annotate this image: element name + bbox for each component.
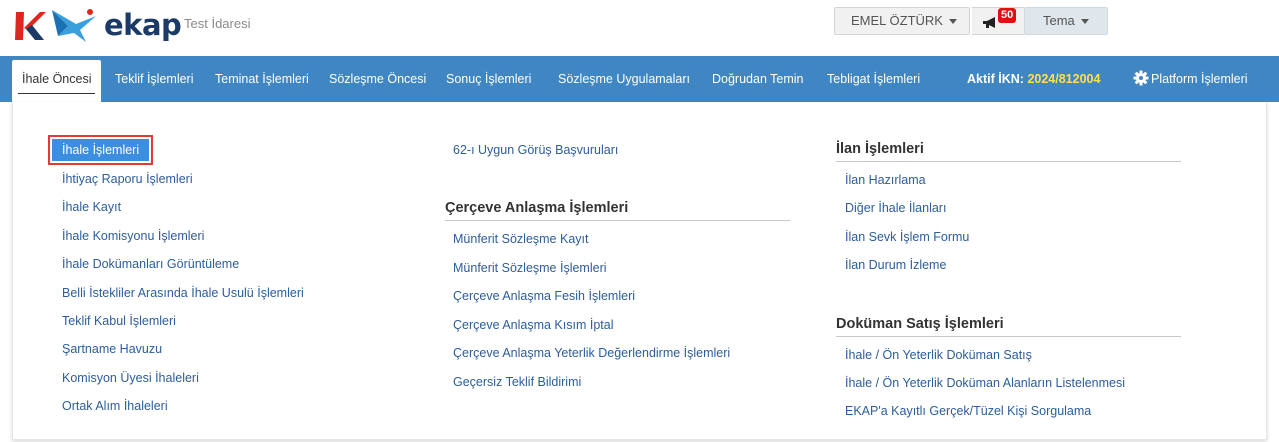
menu-munferit-sozlesme-islemleri[interactable]: Münferit Sözleşme İşlemleri — [453, 261, 607, 275]
menu-ilan-sevk-islem-formu[interactable]: İlan Sevk İşlem Formu — [845, 230, 969, 244]
notification-count-badge: 50 — [998, 8, 1017, 23]
section-divider — [445, 220, 790, 221]
menu-gecersiz-teklif-bildirimi[interactable]: Geçersiz Teklif Bildirimi — [453, 375, 581, 389]
menu-teklif-kabul-islemleri[interactable]: Teklif Kabul İşlemleri — [62, 314, 176, 328]
menu-ihale-dokuman-satis[interactable]: İhale / Ön Yeterlik Doküman Satış — [845, 348, 1032, 362]
active-ikn[interactable]: Aktif İKN: 2024/812004 — [967, 56, 1100, 102]
nav-sozlesme-oncesi[interactable]: Sözleşme Öncesi — [329, 56, 426, 102]
nav-teklif-islemleri[interactable]: Teklif İşlemleri — [115, 56, 194, 102]
menu-ihale-dokumanlari-goruntuleme[interactable]: İhale Dokümanları Görüntüleme — [62, 257, 239, 271]
dokuman-satis-section-title: Doküman Satış İşlemleri — [836, 316, 1004, 332]
theme-button[interactable]: Tema — [1024, 7, 1108, 35]
menu-ihtiyac-raporu-islemleri[interactable]: İhtiyaç Raporu İşlemleri — [62, 172, 193, 186]
active-ikn-value: 2024/812004 — [1027, 72, 1101, 86]
chevron-down-icon — [1080, 19, 1089, 25]
menu-ihale-islemleri[interactable]: İhale İşlemleri — [47, 135, 154, 165]
menu-ortak-alim-ihaleleri[interactable]: Ortak Alım İhaleleri — [62, 399, 168, 413]
menu-komisyon-uyesi-ihaleleri[interactable]: Komisyon Üyesi İhaleleri — [62, 371, 199, 385]
organization-name: Test İdaresi — [184, 16, 251, 31]
menu-ilan-durum-izleme[interactable]: İlan Durum İzleme — [845, 258, 946, 272]
user-menu-button[interactable]: EMEL ÖZTÜRK — [834, 7, 970, 35]
menu-cerceve-yeterlik-degerlendirme[interactable]: Çerçeve Anlaşma Yeterlik Değerlendirme İ… — [453, 346, 730, 360]
gear-icon — [1133, 70, 1149, 86]
menu-ihale-komisyonu-islemleri[interactable]: İhale Komisyonu İşlemleri — [62, 229, 204, 243]
menu-sartname-havuzu[interactable]: Şartname Havuzu — [62, 342, 162, 356]
nav-platform-islemleri[interactable]: Platform İşlemleri — [1133, 56, 1248, 102]
menu-munferit-sozlesme-kayit[interactable]: Münferit Sözleşme Kayıt — [453, 232, 588, 246]
megaphone-icon — [983, 17, 995, 28]
theme-label: Tema — [1043, 13, 1075, 28]
menu-62-uygun-gorus-basvurulari[interactable]: 62-ı Uygun Görüş Başvuruları — [453, 143, 618, 157]
active-ikn-label: Aktif İKN: — [967, 72, 1024, 86]
nav-sozlesme-uygulamalari[interactable]: Sözleşme Uygulamaları — [558, 56, 690, 102]
cerceve-anlasma-section-title: Çerçeve Anlaşma İşlemleri — [445, 200, 629, 216]
brand-name[interactable]: ekap — [104, 8, 182, 42]
nav-ihale-oncesi[interactable]: İhale Öncesi — [12, 60, 102, 102]
ilan-islemleri-section-title: İlan İşlemleri — [836, 141, 924, 157]
menu-ihale-kayit[interactable]: İhale Kayıt — [62, 200, 121, 214]
section-divider — [836, 161, 1181, 162]
top-header: ekap Test İdaresi EMEL ÖZTÜRK 50 Tema — [0, 0, 1279, 56]
nav-teminat-islemleri[interactable]: Teminat İşlemleri — [215, 56, 309, 102]
nav-dogrudan-temin[interactable]: Doğrudan Temin — [712, 56, 804, 102]
menu-cerceve-fesih-islemleri[interactable]: Çerçeve Anlaşma Fesih İşlemleri — [453, 289, 635, 303]
section-divider — [836, 336, 1181, 337]
chevron-down-icon — [948, 19, 957, 25]
user-name: EMEL ÖZTÜRK — [851, 13, 943, 28]
menu-diger-ihale-ilanlari[interactable]: Diğer İhale İlanları — [845, 201, 946, 215]
notifications-button[interactable]: 50 — [972, 7, 1024, 35]
ekap-bird-logo-icon — [52, 9, 96, 42]
platform-label: Platform İşlemleri — [1151, 72, 1248, 86]
menu-belli-istekliler-islemleri[interactable]: Belli İstekliler Arasında İhale Usulü İş… — [62, 286, 304, 300]
main-nav: İhale Öncesi Teklif İşlemleri Teminat İş… — [0, 56, 1279, 102]
nav-tebligat-islemleri[interactable]: Tebligat İşlemleri — [827, 56, 920, 102]
menu-ekap-kayitli-kisi-sorgulama[interactable]: EKAP'a Kayıtlı Gerçek/Tüzel Kişi Sorgula… — [845, 404, 1091, 418]
ekap-k-logo-icon[interactable] — [14, 8, 46, 44]
menu-dokuman-alanlarin-listelenmesi[interactable]: İhale / Ön Yeterlik Doküman Alanların Li… — [845, 376, 1125, 390]
nav-sonuc-islemleri[interactable]: Sonuç İşlemleri — [446, 56, 531, 102]
menu-ilan-hazirlama[interactable]: İlan Hazırlama — [845, 173, 926, 187]
menu-cerceve-kisim-iptal[interactable]: Çerçeve Anlaşma Kısım İptal — [453, 318, 613, 332]
